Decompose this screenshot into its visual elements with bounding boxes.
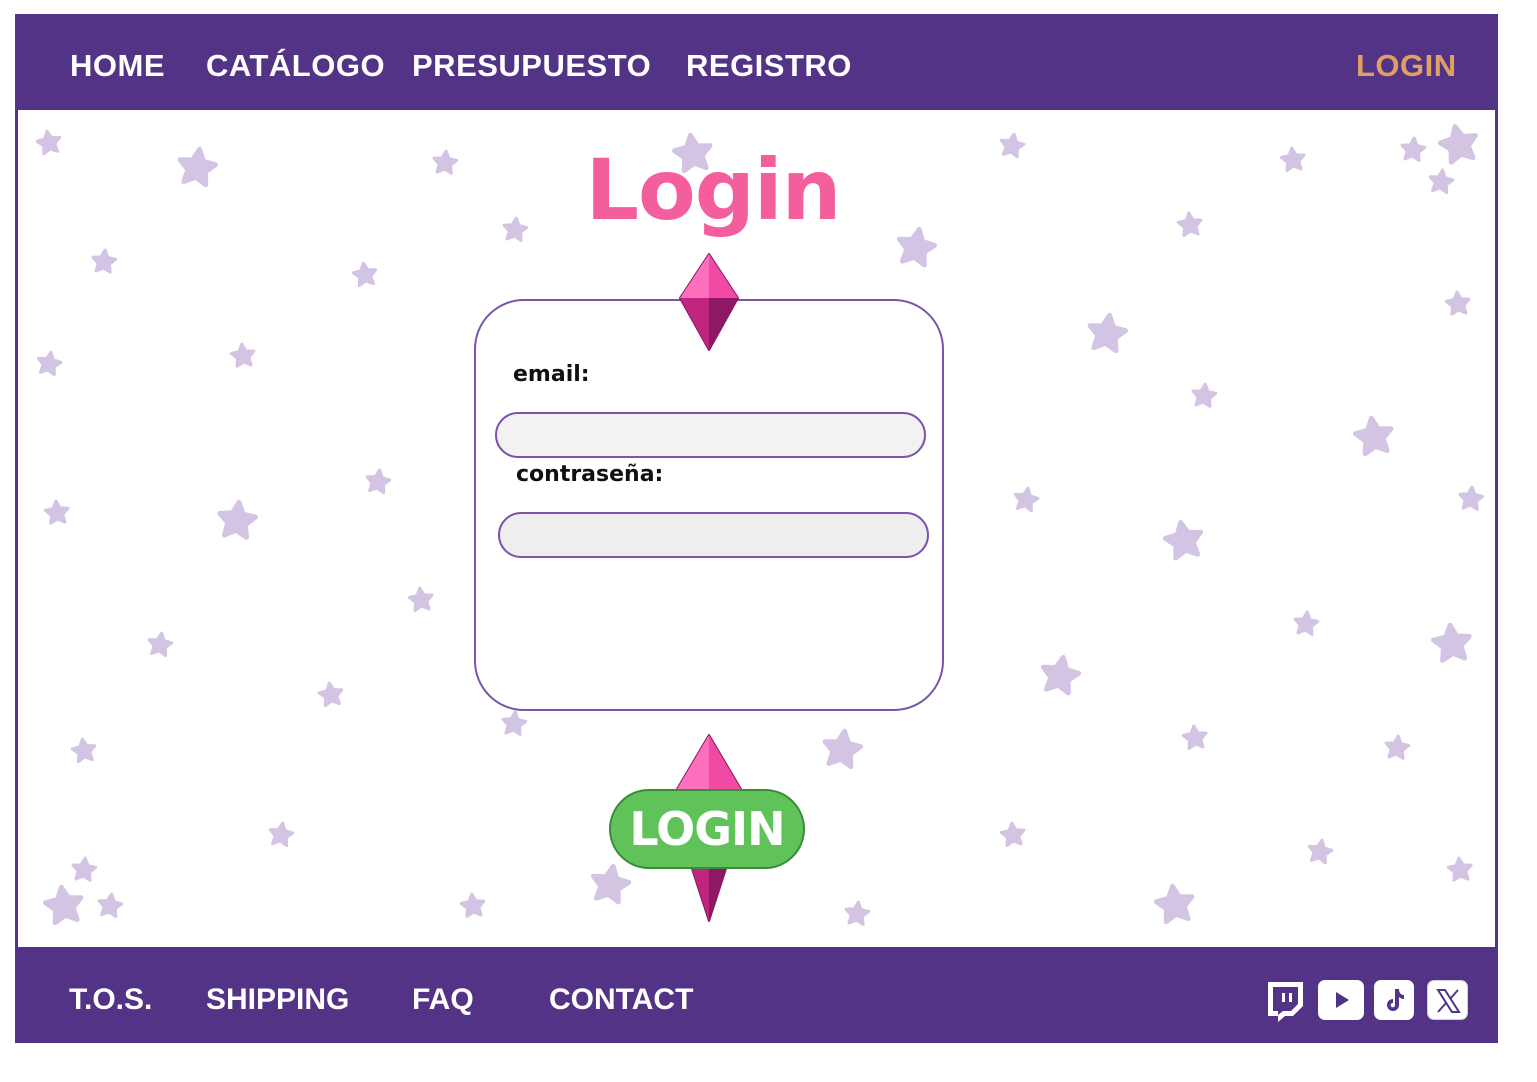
nav-login[interactable]: LOGIN [1356,50,1457,81]
background-star [1292,609,1321,637]
footer-link-faq[interactable]: FAQ [412,985,474,1015]
background-star [458,891,487,919]
background-star [1432,623,1471,661]
email-label: email: [513,362,590,387]
background-star [822,729,863,768]
background-star [69,736,99,764]
nav-home[interactable]: HOME [70,50,165,81]
password-label: contraseña: [516,462,664,487]
background-star [217,500,256,538]
background-star [43,885,84,924]
background-star [1175,210,1204,238]
background-star [406,585,435,613]
tiktok-icon[interactable] [1374,980,1414,1020]
page-frame: HOME CATÁLOGO PRESUPUESTO REGISTRO LOGIN… [15,14,1498,1043]
page-title: Login [585,141,842,239]
background-star [431,148,459,176]
background-star [1353,416,1394,455]
background-star [1163,519,1205,559]
background-star [1305,836,1335,866]
background-star [228,341,257,369]
background-star [501,215,530,243]
background-star [266,820,296,848]
background-star [316,680,346,708]
background-star [177,147,218,186]
password-field[interactable] [498,512,929,558]
nav-budget[interactable]: PRESUPUESTO [412,50,651,81]
background-star [90,247,118,275]
background-star [896,226,938,266]
background-star [350,260,380,288]
background-star [1457,484,1485,512]
login-card: email: contraseña: [474,299,944,711]
gem-ornament-top [679,253,739,351]
login-section: Login email: contraseña: LOGIN [15,110,1498,947]
background-star [34,348,64,378]
background-star [998,820,1027,848]
background-star [1011,484,1041,514]
background-star [843,899,872,927]
background-star [1040,654,1082,694]
background-star [590,863,632,903]
background-star [997,130,1027,160]
background-star [1399,135,1428,163]
background-star [95,891,125,919]
background-star [1446,855,1474,883]
background-star [34,127,64,157]
footer-link-shipping[interactable]: SHIPPING [206,985,349,1015]
nav-register[interactable]: REGISTRO [686,50,852,81]
background-star [1437,123,1479,164]
footer-link-tos[interactable]: T.O.S. [69,985,152,1015]
background-star [1190,381,1219,409]
email-field[interactable] [495,412,926,458]
youtube-icon[interactable] [1318,980,1364,1020]
background-star [1444,289,1472,317]
background-star [70,855,99,883]
top-navigation-bar: HOME CATÁLOGO PRESUPUESTO REGISTRO LOGIN [15,14,1498,110]
background-star [43,498,71,526]
background-star [1087,313,1128,352]
nav-catalog[interactable]: CATÁLOGO [206,50,385,81]
background-star [500,709,529,737]
background-star [1278,145,1307,173]
background-star [1180,723,1209,751]
background-star [1383,733,1412,761]
login-submit-button[interactable]: LOGIN [609,789,805,869]
background-star [1426,167,1456,195]
twitch-icon[interactable] [1265,980,1305,1022]
background-star [1154,884,1195,923]
x-icon[interactable] [1427,980,1468,1020]
footer-link-contact[interactable]: CONTACT [549,985,693,1015]
background-star [363,467,393,495]
footer-bar: T.O.S. SHIPPING FAQ CONTACT [15,947,1498,1043]
background-star [145,630,175,658]
